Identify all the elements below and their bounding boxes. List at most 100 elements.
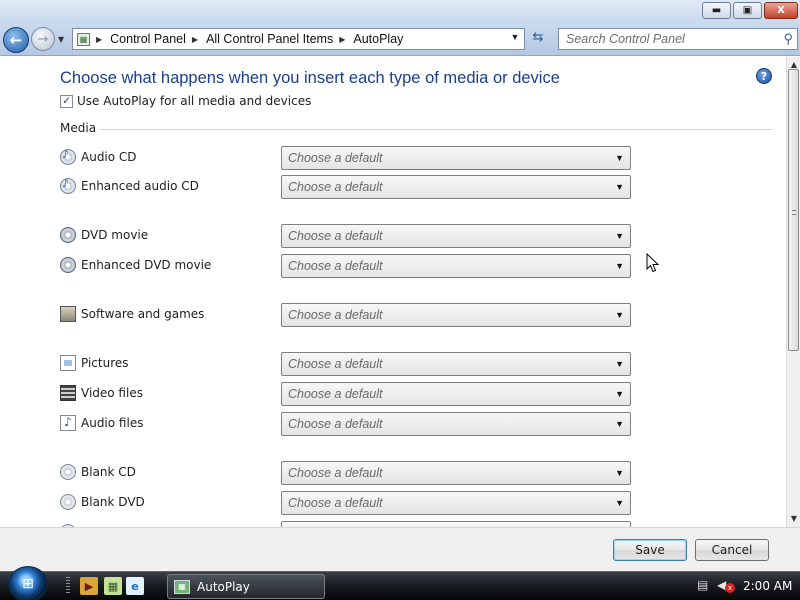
volume-muted-icon[interactable]: ◀ x	[717, 578, 735, 594]
pictures-icon	[60, 355, 76, 371]
clock[interactable]: 2:00 AM	[743, 579, 792, 593]
taskbar-button-label: AutoPlay	[197, 579, 250, 594]
search-input[interactable]: Search Control Panel ⚲	[558, 28, 798, 50]
media-row-label: Enhanced audio CD	[81, 179, 199, 193]
blank-cd-select[interactable]: Choose a default ▼	[281, 461, 631, 485]
control-panel-icon: ▦	[174, 579, 190, 594]
taskbar-button-autoplay[interactable]: ▦ AutoPlay	[167, 574, 325, 599]
software-games-select[interactable]: Choose a default ▼	[281, 303, 631, 327]
internet-explorer-icon[interactable]: e	[126, 577, 144, 595]
audio-cd-icon	[60, 148, 76, 165]
chevron-down-icon: ▼	[615, 153, 624, 163]
show-desktop-icon[interactable]: ▦	[104, 577, 122, 595]
media-row-label: Blank CD	[81, 465, 136, 479]
media-row-dvd-movie: DVD movie Choose a default ▼	[60, 224, 632, 248]
chevron-down-icon: ▼	[615, 182, 624, 192]
video-files-select[interactable]: Choose a default ▼	[281, 382, 631, 406]
breadcrumb-all-items[interactable]: All Control Panel Items	[206, 32, 333, 46]
media-row-label: Video files	[81, 386, 143, 400]
breadcrumb-control-panel[interactable]: Control Panel	[110, 32, 186, 46]
autoplay-all-label: Use AutoPlay for all media and devices	[77, 94, 312, 108]
media-row-label: Blank DVD	[81, 495, 145, 509]
media-row-enhanced-audio-cd: Enhanced audio CD Choose a default ▼	[60, 175, 632, 199]
scroll-down-icon[interactable]: ▼	[789, 514, 799, 524]
media-center-icon[interactable]: ▶	[80, 577, 98, 595]
breadcrumb-separator-icon[interactable]: ▶	[339, 35, 345, 44]
enhanced-dvd-movie-icon	[60, 257, 76, 273]
software-games-icon	[60, 306, 76, 322]
minimize-button[interactable]: ▬	[702, 2, 731, 19]
mute-x-icon: x	[725, 583, 735, 593]
chevron-down-icon: ▼	[615, 231, 624, 241]
address-bar[interactable]: ▦ ▶ Control Panel ▶ All Control Panel It…	[72, 28, 525, 50]
select-value: Choose a default	[288, 417, 383, 431]
audio-files-select[interactable]: Choose a default ▼	[281, 412, 631, 436]
media-row-blank-cd: Blank CD Choose a default ▼	[60, 461, 632, 485]
media-row-video-files: Video files Choose a default ▼	[60, 382, 632, 406]
close-button[interactable]: X	[764, 2, 798, 19]
grip-icon	[792, 210, 796, 215]
select-value: Choose a default	[288, 151, 383, 165]
navigation-bar: ← → ▼ ▦ ▶ Control Panel ▶ All Control Pa…	[0, 24, 800, 56]
save-button[interactable]: Save	[613, 539, 687, 561]
blank-dvd-icon	[60, 494, 76, 510]
window-titlebar: ▬ ▣ X	[0, 0, 800, 24]
mouse-cursor-icon	[646, 253, 660, 273]
section-media-label: Media	[60, 121, 97, 135]
chevron-down-icon: ▼	[615, 419, 624, 429]
media-row-audio-cd: Audio CD Choose a default ▼	[60, 146, 632, 170]
autoplay-all-checkbox[interactable]: ✓	[60, 94, 73, 108]
network-icon[interactable]: ▤	[697, 578, 713, 594]
address-dropdown-icon[interactable]: ▼	[508, 32, 522, 42]
button-bar: Save Cancel	[0, 527, 800, 571]
enhanced-dvd-movie-select[interactable]: Choose a default ▼	[281, 254, 631, 278]
audio-files-icon	[60, 415, 76, 431]
breadcrumb-autoplay[interactable]: AutoPlay	[353, 32, 403, 46]
chevron-down-icon: ▼	[615, 389, 624, 399]
media-row-label: Enhanced DVD movie	[81, 258, 212, 272]
scrollbar-thumb[interactable]	[788, 69, 799, 351]
chevron-down-icon: ▼	[615, 261, 624, 271]
search-icon[interactable]: ⚲	[783, 31, 793, 47]
media-row-label: Audio files	[81, 416, 144, 430]
breadcrumb-separator-icon[interactable]: ▶	[192, 35, 198, 44]
pictures-select[interactable]: Choose a default ▼	[281, 352, 631, 376]
chevron-down-icon: ▼	[615, 359, 624, 369]
media-row-label: Pictures	[81, 356, 129, 370]
breadcrumb-separator-icon[interactable]: ▶	[96, 35, 102, 44]
select-value: Choose a default	[288, 387, 383, 401]
select-value: Choose a default	[288, 259, 383, 273]
select-value: Choose a default	[288, 180, 383, 194]
audio-cd-select[interactable]: Choose a default ▼	[281, 146, 631, 170]
page-title: Choose what happens when you insert each…	[60, 69, 560, 87]
blank-dvd-select[interactable]: Choose a default ▼	[281, 491, 631, 515]
control-panel-icon: ▦	[77, 32, 90, 46]
dvd-movie-icon	[60, 227, 76, 243]
media-row-audio-files: Audio files Choose a default ▼	[60, 412, 632, 436]
dvd-movie-select[interactable]: Choose a default ▼	[281, 224, 631, 248]
help-icon[interactable]: ?	[756, 68, 772, 84]
select-value: Choose a default	[288, 496, 383, 510]
cancel-button[interactable]: Cancel	[695, 539, 769, 561]
media-row-label: Software and games	[81, 307, 205, 321]
media-row-label: DVD movie	[81, 228, 149, 242]
maximize-button[interactable]: ▣	[733, 2, 762, 19]
taskbar: ⊞ ▶ ▦ e ▦ AutoPlay ▤ ◀ x 2:00 AM	[0, 566, 800, 600]
media-row-blank-dvd: Blank DVD Choose a default ▼	[60, 491, 632, 515]
quicklaunch-grip[interactable]	[66, 577, 70, 595]
recent-pages-dropdown-icon[interactable]: ▼	[58, 35, 67, 44]
enhanced-audio-cd-select[interactable]: Choose a default ▼	[281, 175, 631, 199]
refresh-icon[interactable]: ⇆	[527, 30, 549, 49]
media-row-enhanced-dvd-movie: Enhanced DVD movie Choose a default ▼	[60, 254, 632, 278]
back-button[interactable]: ←	[3, 27, 29, 53]
start-orb-icon[interactable]: ⊞	[8, 566, 48, 600]
vertical-scrollbar[interactable]: ▲ ▼	[786, 57, 800, 527]
media-row-label: Audio CD	[81, 150, 137, 164]
select-value: Choose a default	[288, 357, 383, 371]
media-row-software-games: Software and games Choose a default ▼	[60, 303, 632, 327]
chevron-down-icon: ▼	[615, 468, 624, 478]
media-row-pictures: Pictures Choose a default ▼	[60, 352, 632, 376]
autoplay-all-checkbox-row[interactable]: ✓ Use AutoPlay for all media and devices	[60, 94, 311, 108]
forward-button[interactable]: →	[31, 27, 55, 51]
enhanced-audio-cd-icon	[60, 177, 76, 194]
